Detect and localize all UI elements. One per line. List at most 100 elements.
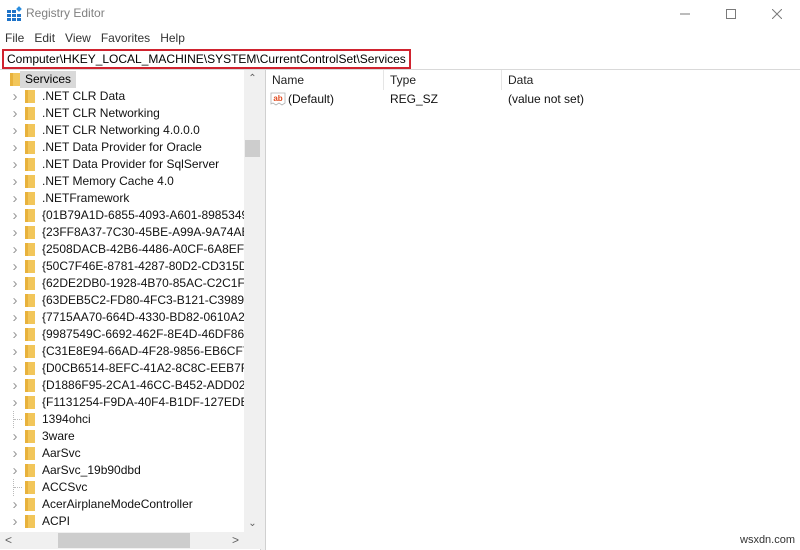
list-header: Name Type Data (266, 70, 800, 90)
chevron-right-icon[interactable]: › (10, 292, 20, 309)
tree-node[interactable]: › AarSvc (0, 445, 244, 462)
tree-horizontal-scrollbar[interactable]: < > (0, 532, 244, 549)
tree-node[interactable]: › {63DEB5C2-FD80-4FC3-B121-C3989927 (0, 292, 245, 309)
chevron-right-icon[interactable]: › (10, 173, 20, 190)
scroll-right-icon[interactable]: > (227, 532, 244, 549)
scroll-thumb-horizontal[interactable] (58, 533, 190, 548)
tree-node[interactable]: › {C31E8E94-66AD-4F28-9856-EB6CF773 (0, 343, 245, 360)
folder-icon (25, 141, 35, 154)
chevron-right-icon[interactable]: › (10, 428, 20, 445)
tree-node-label: {C31E8E94-66AD-4F28-9856-EB6CF773 (42, 344, 244, 358)
tree-node[interactable]: › .NET CLR Networking (0, 105, 244, 122)
chevron-right-icon[interactable]: › (10, 377, 20, 394)
tree-node[interactable]: › .NET Data Provider for Oracle (0, 139, 244, 156)
tree-node[interactable]: › AcerAirplaneModeController (0, 496, 244, 513)
tree-node-label: {D0CB6514-8EFC-41A2-8C8C-EEB7F3AI (42, 361, 244, 375)
folder-icon (25, 226, 35, 239)
chevron-right-icon[interactable]: › (10, 394, 20, 411)
tree-node[interactable]: › {D0CB6514-8EFC-41A2-8C8C-EEB7F3AI (0, 360, 245, 377)
tree-node[interactable]: › {01B79A1D-6855-4093-A601-89853494 (0, 207, 245, 224)
folder-icon (25, 481, 35, 494)
chevron-right-icon[interactable]: › (10, 513, 20, 530)
values-list-pane: Name Type Data ab (Default) REG_SZ (valu… (265, 70, 800, 550)
tree-node[interactable]: › {2508DACB-42B6-4486-A0CF-6A8EFB2 (0, 241, 245, 258)
column-header-name[interactable]: Name (266, 70, 384, 90)
chevron-right-icon[interactable]: › (10, 326, 20, 343)
chevron-right-icon[interactable]: › (10, 241, 20, 258)
maximize-button[interactable] (708, 0, 754, 28)
chevron-right-icon[interactable]: › (10, 88, 20, 105)
tree-node[interactable]: › .NET CLR Networking 4.0.0.0 (0, 122, 244, 139)
tree-node[interactable]: › {23FF8A37-7C30-45BE-A99A-9A74AEBI (0, 224, 245, 241)
tree-node[interactable]: › {62DE2DB0-1928-4B70-85AC-C2C1FDF (0, 275, 245, 292)
scroll-thumb-vertical[interactable] (245, 140, 260, 157)
menu-edit[interactable]: Edit (29, 28, 60, 48)
folder-icon (25, 107, 35, 120)
tree-node-label: Services (20, 71, 77, 88)
chevron-right-icon[interactable]: › (10, 224, 20, 241)
chevron-right-icon[interactable]: › (10, 309, 20, 326)
tree-node[interactable]: › {F1131254-F9DA-40F4-B1DF-127EDEB2 (0, 394, 245, 411)
tree-node[interactable]: 1394ohci (0, 411, 244, 428)
tree-node[interactable]: › {50C7F46E-8781-4287-80D2-CD315DA (0, 258, 245, 275)
chevron-right-icon[interactable]: › (10, 343, 20, 360)
tree-node-label: .NET Memory Cache 4.0 (42, 174, 174, 188)
value-type: REG_SZ (390, 92, 439, 106)
chevron-right-icon[interactable]: › (10, 105, 20, 122)
scroll-up-icon[interactable]: ⌃ (244, 70, 261, 87)
tree-node[interactable]: › .NET Memory Cache 4.0 (0, 173, 244, 190)
address-bar[interactable]: Computer\HKEY_LOCAL_MACHINE\SYSTEM\Curre… (0, 49, 800, 70)
column-header-type[interactable]: Type (384, 70, 502, 90)
tree-node[interactable]: › .NET CLR Data (0, 88, 244, 105)
tree-node[interactable]: › .NET Data Provider for SqlServer (0, 156, 244, 173)
folder-icon (25, 345, 35, 358)
folder-icon (25, 515, 35, 528)
tree-node[interactable]: › AarSvc_19b90dbd (0, 462, 244, 479)
menu-file[interactable]: File (0, 28, 29, 48)
chevron-right-icon[interactable]: › (10, 190, 20, 207)
tree-node-label: ACCSvc (42, 480, 88, 494)
chevron-right-icon[interactable]: › (10, 360, 20, 377)
minimize-icon (680, 13, 690, 15)
menu-view[interactable]: View (60, 28, 96, 48)
tree-node[interactable]: › 3ware (0, 428, 244, 445)
maximize-icon (726, 9, 736, 19)
value-name: (Default) (288, 92, 335, 106)
folder-icon (25, 430, 35, 443)
tree-node-label: {2508DACB-42B6-4486-A0CF-6A8EFB2 (42, 242, 244, 256)
tree-node[interactable]: › {9987549C-6692-462F-8E4D-46DF86A8 (0, 326, 245, 343)
menu-help[interactable]: Help (155, 28, 190, 48)
chevron-right-icon[interactable]: › (10, 462, 20, 479)
tree-node-label: .NETFramework (42, 191, 130, 205)
scroll-left-icon[interactable]: < (0, 532, 17, 549)
folder-icon (25, 311, 35, 324)
menu-favorites[interactable]: Favorites (96, 28, 155, 48)
chevron-right-icon[interactable]: › (10, 122, 20, 139)
chevron-right-icon[interactable]: › (10, 156, 20, 173)
tree-vertical-scrollbar[interactable]: ⌃ ⌄ (244, 70, 261, 532)
tree-node[interactable]: › ACPI (0, 513, 244, 530)
tree-node[interactable]: › {7715AA70-664D-4330-BD82-0610A26 (0, 309, 245, 326)
chevron-right-icon[interactable]: › (10, 275, 20, 292)
scroll-down-icon[interactable]: ⌄ (244, 515, 261, 532)
chevron-right-icon[interactable]: › (10, 445, 20, 462)
tree-node-label: {F1131254-F9DA-40F4-B1DF-127EDEB2 (42, 395, 244, 409)
tree-node[interactable]: › .NETFramework (0, 190, 244, 207)
folder-icon (25, 124, 35, 137)
chevron-right-icon[interactable]: › (10, 496, 20, 513)
chevron-right-icon[interactable]: › (10, 139, 20, 156)
value-row[interactable]: ab (Default) REG_SZ (value not set) (266, 91, 800, 108)
tree-node-label: .NET CLR Networking (42, 106, 160, 120)
tree-connector-line (13, 411, 23, 428)
chevron-right-icon[interactable]: › (10, 207, 20, 224)
folder-icon (25, 243, 35, 256)
tree-node[interactable]: ACCSvc (0, 479, 244, 496)
close-button[interactable] (754, 0, 800, 28)
tree-node[interactable]: › {D1886F95-2CA1-46CC-B452-ADD02B8 (0, 377, 245, 394)
address-path[interactable]: Computer\HKEY_LOCAL_MACHINE\SYSTEM\Curre… (2, 49, 411, 69)
minimize-button[interactable] (662, 0, 708, 28)
column-header-data[interactable]: Data (502, 70, 800, 90)
chevron-right-icon[interactable]: › (10, 258, 20, 275)
string-value-icon: ab (270, 92, 286, 106)
tree-node-services[interactable]: Services (0, 71, 244, 88)
